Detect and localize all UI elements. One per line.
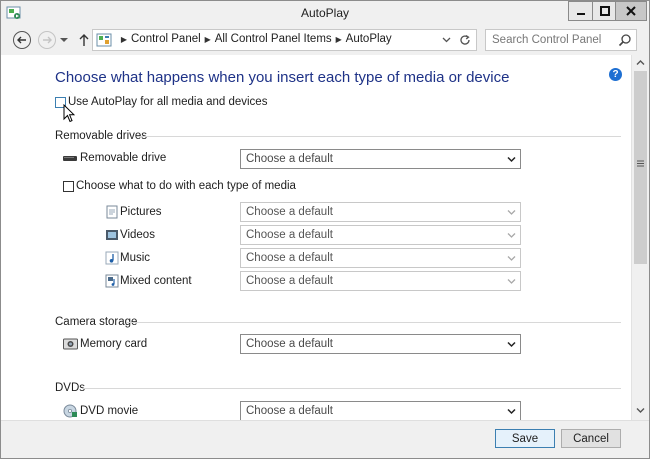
minimize-button[interactable]	[568, 1, 593, 21]
close-button[interactable]	[615, 1, 647, 21]
title-bar: AutoPlay	[1, 1, 649, 25]
dvds-heading: DVDs	[55, 382, 86, 394]
section-divider	[137, 136, 621, 137]
chevron-down-icon	[60, 38, 68, 42]
chevron-down-icon	[507, 256, 516, 261]
chevron-down-icon	[442, 37, 450, 43]
removable-drives-heading: Removable drives	[55, 130, 148, 142]
mouse-cursor-icon	[63, 104, 75, 123]
scroll-up-icon[interactable]	[636, 59, 645, 66]
memory-card-select[interactable]: Choose a default	[240, 334, 521, 354]
music-value: Choose a default	[246, 252, 333, 264]
mixed-content-label: Mixed content	[120, 275, 192, 287]
removable-drive-icon	[63, 156, 77, 161]
section-divider	[127, 322, 621, 323]
save-button[interactable]: Save	[495, 429, 555, 448]
scroll-grip-icon	[637, 160, 644, 167]
dvd-movie-icon	[63, 404, 77, 418]
autoplay-window: AutoPlay ▶ Control Panel ▶ All Control P…	[0, 0, 650, 459]
music-label: Music	[120, 252, 151, 264]
breadcrumb-control-panel[interactable]: Control Panel	[131, 33, 201, 45]
choose-each-media-label[interactable]: Choose what to do with each type of medi…	[76, 180, 296, 192]
page-title: Choose what happens when you insert each…	[55, 69, 510, 86]
use-autoplay-label[interactable]: Use AutoPlay for all media and devices	[68, 96, 267, 108]
breadcrumb-separator[interactable]: ▶	[334, 35, 344, 44]
help-icon[interactable]: ?	[609, 68, 622, 81]
main-content: Choose what happens when you insert each…	[1, 55, 631, 420]
recent-locations-button[interactable]	[57, 29, 71, 51]
dvd-movie-value: Choose a default	[246, 405, 333, 417]
memory-card-icon	[63, 338, 78, 350]
choose-each-media-checkbox[interactable]	[63, 181, 74, 192]
pictures-label: Pictures	[120, 206, 162, 218]
scroll-thumb[interactable]	[634, 71, 647, 264]
removable-drive-value: Choose a default	[246, 153, 333, 165]
control-panel-icon	[96, 33, 112, 47]
minimize-icon	[577, 13, 585, 15]
chevron-down-icon	[507, 279, 516, 284]
maximize-button[interactable]	[592, 1, 616, 21]
dvd-movie-label: DVD movie	[80, 405, 139, 417]
chevron-down-icon	[507, 156, 516, 163]
forward-arrow-icon	[38, 31, 56, 49]
breadcrumb-separator[interactable]: ▶	[203, 35, 213, 44]
camera-storage-heading: Camera storage	[55, 316, 138, 328]
mixed-content-value: Choose a default	[246, 275, 333, 287]
pictures-icon	[106, 205, 118, 219]
memory-card-value: Choose a default	[246, 338, 333, 350]
music-icon	[105, 251, 119, 265]
videos-label: Videos	[120, 229, 155, 241]
pictures-select[interactable]: Choose a default	[240, 202, 521, 222]
back-arrow-icon	[13, 31, 31, 49]
breadcrumb: ▶ Control Panel ▶ All Control Panel Item…	[117, 33, 392, 45]
window-title: AutoPlay	[300, 6, 350, 20]
cancel-button[interactable]: Cancel	[561, 429, 621, 448]
breadcrumb-autoplay[interactable]: AutoPlay	[346, 33, 392, 45]
breadcrumb-separator[interactable]: ▶	[119, 35, 129, 44]
removable-drive-select[interactable]: Choose a default	[240, 149, 521, 169]
chevron-down-icon	[507, 408, 516, 415]
scroll-down-icon[interactable]	[636, 407, 645, 414]
refresh-button[interactable]	[457, 32, 473, 48]
videos-select[interactable]: Choose a default	[240, 225, 521, 245]
removable-drive-label: Removable drive	[80, 152, 167, 164]
music-select[interactable]: Choose a default	[240, 248, 521, 268]
search-input[interactable]	[486, 30, 614, 50]
address-history-button[interactable]	[438, 32, 454, 48]
close-icon	[626, 6, 636, 16]
refresh-icon	[460, 34, 470, 45]
dvd-movie-select[interactable]: Choose a default	[240, 401, 521, 420]
chevron-down-icon	[507, 341, 516, 348]
vertical-scrollbar[interactable]	[631, 55, 649, 420]
mixed-content-select[interactable]: Choose a default	[240, 271, 521, 291]
mixed-content-icon	[105, 274, 119, 288]
back-button[interactable]	[11, 29, 33, 51]
search-icon[interactable]	[618, 33, 632, 47]
search-box	[485, 29, 637, 51]
videos-icon	[106, 230, 118, 240]
footer-bar: Save Cancel	[1, 420, 649, 458]
address-bar[interactable]: ▶ Control Panel ▶ All Control Panel Item…	[92, 29, 477, 51]
chevron-down-icon	[507, 210, 516, 215]
breadcrumb-all-items[interactable]: All Control Panel Items	[215, 33, 332, 45]
maximize-icon	[599, 6, 610, 16]
chevron-down-icon	[507, 233, 516, 238]
videos-value: Choose a default	[246, 229, 333, 241]
pictures-value: Choose a default	[246, 206, 333, 218]
forward-button[interactable]	[36, 29, 58, 51]
section-divider	[83, 388, 621, 389]
up-arrow-icon	[79, 34, 89, 46]
navigation-bar: ▶ Control Panel ▶ All Control Panel Item…	[1, 26, 649, 54]
memory-card-label: Memory card	[80, 338, 148, 350]
